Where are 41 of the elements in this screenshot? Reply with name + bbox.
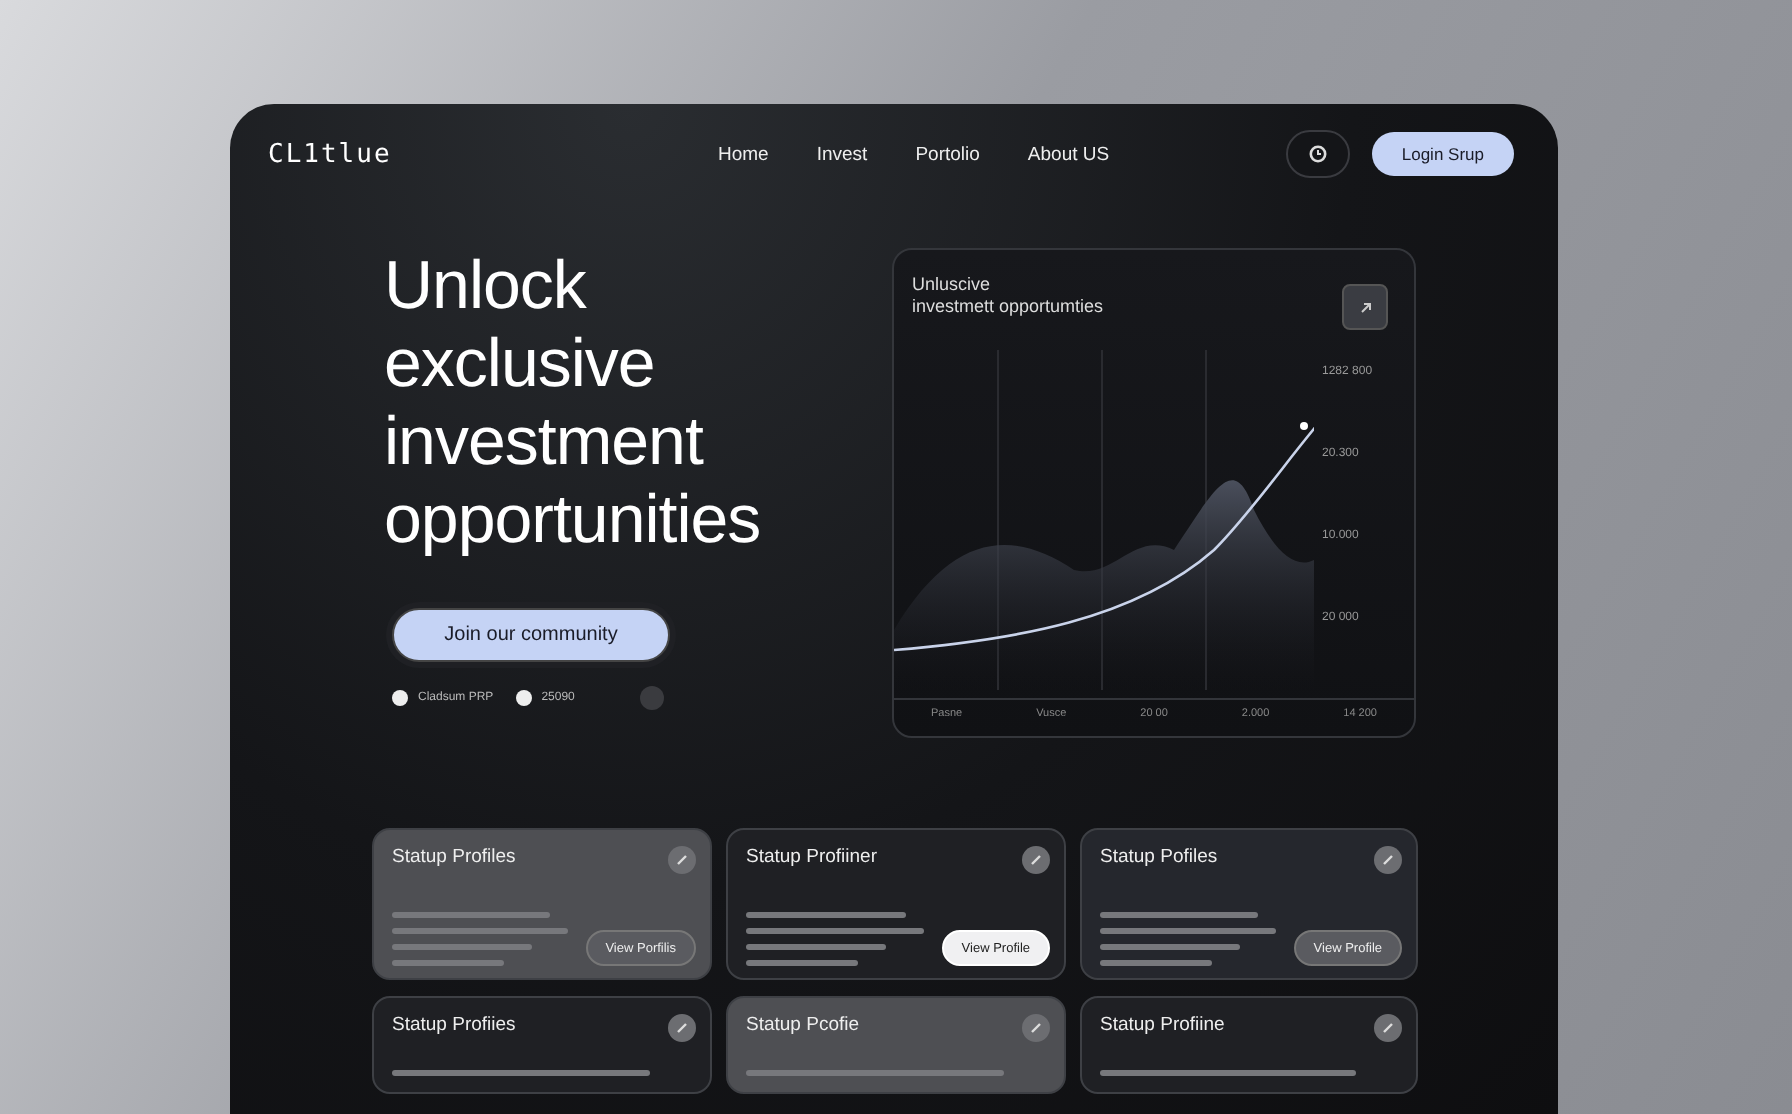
pencil-icon [1382,854,1394,866]
nav-link[interactable]: About US [1027,143,1110,165]
blurred-text-line [746,944,887,950]
edit-button[interactable] [668,846,696,874]
chart-title: investmett opportumties [912,296,1104,318]
pencil-icon [1382,1022,1394,1034]
card-title: Statup Profiiner [746,846,877,868]
blurred-text-line [392,944,532,950]
card-title: Statup Pofiles [1100,846,1218,868]
clock-icon [1307,144,1328,164]
logo[interactable]: CL1tlue [268,139,718,169]
nav-link[interactable]: Portolio [915,143,980,165]
pencil-icon [1030,854,1042,866]
edit-button[interactable] [1374,1014,1402,1042]
join-button[interactable]: Join our community [392,608,670,662]
chart-title: Unluscive [912,274,993,296]
edit-button[interactable] [1374,846,1402,874]
dot-icon [640,686,665,710]
card-title: Statup Pcofie [746,1014,860,1036]
blurred-text-line [1100,944,1240,950]
pencil-icon [676,854,688,866]
hero-title: Unlock exclusive investment opportunities [384,248,763,560]
badge-icon [515,690,532,706]
pencil-icon [676,1022,688,1034]
nav-link[interactable]: Invest [816,143,868,165]
edit-button[interactable] [1022,846,1050,874]
blurred-text-line [392,960,504,966]
expand-button[interactable] [1342,284,1388,330]
login-button[interactable]: Login Srup [1371,132,1514,176]
arrow-icon [1357,299,1373,315]
edit-button[interactable] [668,1014,696,1042]
badge-icon [392,690,408,706]
blurred-text-line [1100,960,1212,966]
pencil-icon [1030,1022,1042,1034]
edit-button[interactable] [1022,1014,1050,1042]
timer-button[interactable] [1285,130,1350,178]
nav-link[interactable]: Home [718,143,769,165]
card-title: Statup Profiine [1100,1014,1225,1036]
card-title: Statup Profiles [392,846,516,868]
blurred-text-line [746,960,859,966]
card-title: Statup Profiies [392,1014,516,1036]
